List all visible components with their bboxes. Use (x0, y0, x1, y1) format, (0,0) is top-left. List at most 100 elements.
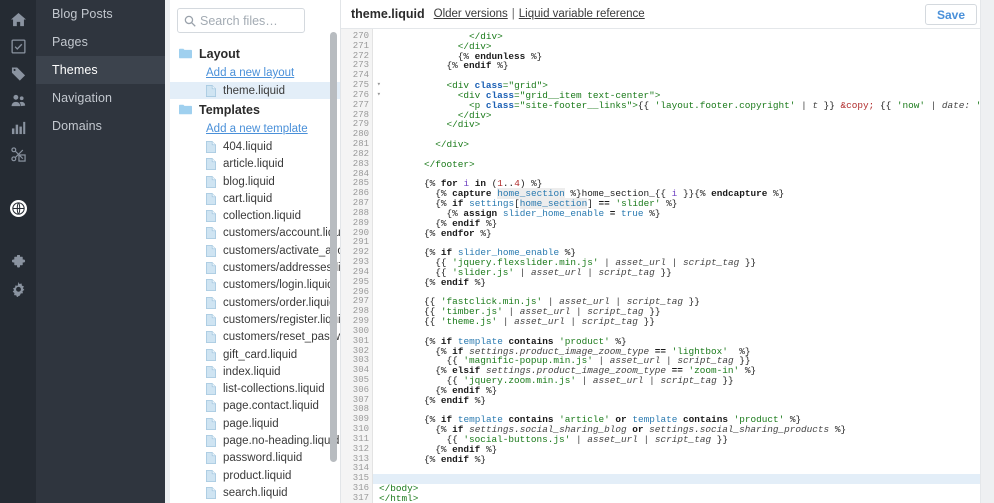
search-input[interactable] (200, 13, 298, 28)
file-tree-scrollbar[interactable] (330, 0, 337, 503)
add-new-layout-link[interactable]: Add a new layout (206, 64, 340, 82)
file-icon (206, 487, 216, 499)
file-row[interactable]: gift_card.liquid (177, 346, 340, 363)
code-content[interactable]: </div> </div> {% endunless %} {% endif %… (373, 29, 980, 503)
code-line[interactable]: {% endif %} (379, 454, 980, 465)
folder-icon (179, 48, 192, 59)
file-label: customers/reset_password.liquid (223, 331, 340, 344)
file-row[interactable]: customers/account.liquid (177, 225, 340, 242)
folder-row-templates[interactable]: Templates (179, 99, 340, 120)
file-row[interactable]: 404.liquid (177, 138, 340, 155)
nav-item-navigation[interactable]: Navigation (36, 84, 165, 112)
code-line[interactable] (379, 464, 980, 474)
nav-item-pages[interactable]: Pages (36, 28, 165, 56)
file-icon (206, 192, 216, 205)
file-icon (206, 417, 216, 430)
nav-item-domains[interactable]: Domains (36, 112, 165, 140)
add-new-template-link[interactable]: Add a new template (206, 120, 340, 138)
folder-label: Templates (199, 102, 260, 117)
file-row[interactable]: blog.liquid (177, 173, 340, 190)
fold-toggle-icon[interactable]: ▾ (377, 91, 381, 101)
liquid-variable-reference-link[interactable]: Liquid variable reference (519, 8, 645, 20)
file-label: cart.liquid (223, 192, 273, 205)
fold-toggle-icon[interactable]: ▾ (377, 81, 381, 91)
code-line[interactable]: </footer> (379, 159, 980, 170)
code-line[interactable]: {% endif %} (379, 395, 980, 406)
header-separator: | (511, 8, 515, 20)
file-icon (206, 84, 216, 97)
file-icon (206, 469, 216, 482)
folder-row-layout[interactable]: Layout (179, 43, 340, 64)
file-row[interactable]: page.liquid (177, 415, 340, 432)
home-icon[interactable] (0, 6, 36, 33)
file-label: page.liquid (223, 417, 279, 430)
file-row[interactable]: page.contact.liquid (177, 398, 340, 415)
nav-item-label: Blog Posts (52, 7, 113, 21)
gear-settings-icon[interactable] (0, 276, 36, 303)
file-label: customers/account.liquid (223, 227, 341, 240)
file-icon (206, 158, 216, 171)
editor-header: theme.liquid Older versions | Liquid var… (341, 0, 994, 29)
online-store-globe-icon[interactable] (0, 195, 36, 222)
code-line[interactable]: {% endif %} (379, 277, 980, 288)
users-icon[interactable] (0, 87, 36, 114)
older-versions-link[interactable]: Older versions (434, 8, 508, 20)
file-row[interactable]: collection.liquid (177, 207, 340, 224)
file-row[interactable]: search.liquid (177, 484, 340, 501)
file-label: index.liquid (223, 365, 281, 378)
code-line[interactable]: </div> (379, 140, 980, 150)
code-line[interactable]: </div> (379, 120, 980, 130)
file-tree-scrollbar-thumb[interactable] (330, 32, 337, 462)
search-files-box[interactable] (177, 8, 305, 33)
file-icon (206, 227, 216, 240)
check-square-icon[interactable] (0, 33, 36, 60)
scissors-discount-icon[interactable] (0, 141, 36, 168)
file-row[interactable]: customers/reset_password.liquid (177, 329, 340, 346)
file-row[interactable]: index.liquid (177, 363, 340, 380)
file-row[interactable]: list-collections.liquid (177, 380, 340, 397)
file-row[interactable]: customers/order.liquid (177, 294, 340, 311)
code-area[interactable]: 270 271 272 273 274 275 ▾ 276 ▾ 277 278 279 280 281 28… (341, 29, 980, 503)
nav-item-blog-posts[interactable]: Blog Posts (36, 0, 165, 28)
file-row[interactable]: customers/addresses.liquid (177, 259, 340, 276)
file-row[interactable]: page.no-heading.liquid (177, 432, 340, 449)
tree-sections: Layout Add a new layout theme.liquid Templa… (165, 43, 340, 502)
code-line[interactable]: </body> (379, 484, 980, 494)
file-label: collection.liquid (223, 210, 301, 223)
code-line[interactable]: {% endfor %} (379, 228, 980, 239)
file-row[interactable]: customers/login.liquid (177, 277, 340, 294)
file-icon (206, 244, 216, 257)
code-line[interactable]: </html> (379, 494, 980, 503)
file-label: customers/login.liquid (223, 279, 334, 292)
file-icon (206, 262, 216, 274)
file-icon (206, 365, 216, 378)
file-row[interactable]: customers/register.liquid (177, 311, 340, 328)
editor-right-gutter (980, 0, 994, 503)
file-label: customers/register.liquid (223, 313, 341, 326)
folder-label: Layout (199, 46, 240, 61)
file-row[interactable]: cart.liquid (177, 190, 340, 207)
nav-item-themes[interactable]: Themes (36, 56, 165, 84)
file-row[interactable]: product.liquid (177, 467, 340, 484)
file-row[interactable]: theme.liquid (165, 82, 340, 100)
file-label: search.liquid (223, 486, 288, 499)
file-label: page.no-heading.liquid (223, 434, 340, 447)
secondary-nav-panel: Blog Posts Pages Themes Navigation Domai… (36, 0, 165, 503)
code-line[interactable]: {{ 'theme.js' | asset_url | script_tag }… (379, 317, 980, 327)
file-row[interactable]: article.liquid (177, 156, 340, 173)
search-icon (184, 15, 196, 27)
bar-chart-icon[interactable] (0, 114, 36, 141)
code-line[interactable]: {% endif %} (379, 61, 980, 71)
line-number-gutter: 270 271 272 273 274 275 ▾ 276 ▾ 277 278 279 280 281 28… (341, 29, 381, 503)
code-line[interactable] (373, 474, 980, 485)
file-row[interactable]: customers/activate_account.liquid (177, 242, 340, 259)
code-line[interactable] (379, 130, 980, 140)
folder-icon (179, 104, 192, 115)
file-row[interactable]: password.liquid (177, 450, 340, 467)
file-label: gift_card.liquid (223, 348, 298, 361)
save-button[interactable]: Save (924, 4, 977, 25)
tag-icon[interactable] (0, 60, 36, 87)
file-icon (206, 296, 216, 309)
nav-item-label: Domains (52, 119, 103, 133)
puzzle-apps-icon[interactable] (0, 249, 36, 276)
